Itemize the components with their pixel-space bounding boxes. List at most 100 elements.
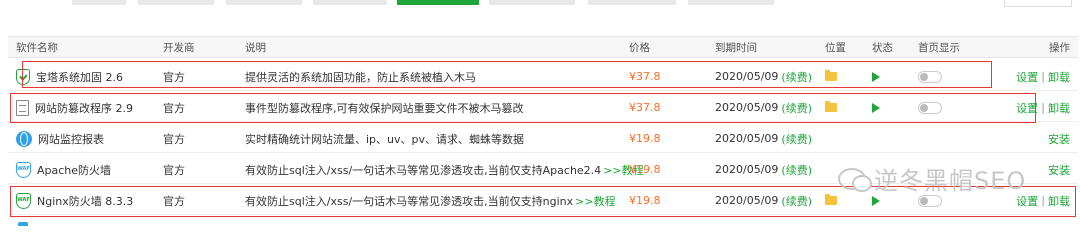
plugin-description-cell: 有效防止sql注入/xss/一句话木马等常见渗透攻击,当前仅支持nginx >>… xyxy=(245,187,616,214)
ops-separator: | xyxy=(1041,101,1045,114)
plugin-developer: 官方 xyxy=(163,194,185,208)
plugin-name-cell: WAF Nginx防火墙 8.3.3 xyxy=(16,187,133,214)
top-tab[interactable] xyxy=(72,0,126,5)
header-position: 位置 xyxy=(825,41,846,54)
settings-link[interactable]: 设置 xyxy=(1016,100,1038,116)
plugin-developer: 官方 xyxy=(163,70,185,84)
homepage-toggle[interactable] xyxy=(918,194,942,207)
plugin-description: 事件型防篡改程序,可有效保护网站重要文件不被木马篡改 xyxy=(245,101,524,115)
waf-icon: WAF xyxy=(16,192,31,209)
header-homepage: 首页显示 xyxy=(918,41,960,54)
play-icon[interactable] xyxy=(872,102,880,113)
plugin-developer: 官方 xyxy=(163,163,185,177)
top-tab[interactable] xyxy=(489,0,575,5)
plugin-price: ¥37.8 xyxy=(629,101,661,114)
plugin-description: 实时精确统计网站流量、ip、uv、pv、请求、蜘蛛等数据 xyxy=(245,132,525,146)
plugin-description-cell: 有效防止sql注入/xss/一句话木马等常见渗透攻击,当前仅支持Apache2.… xyxy=(245,156,644,183)
install-link[interactable]: 安装 xyxy=(1048,131,1070,147)
plugin-name-cell: 网站监控报表 xyxy=(16,125,104,152)
plugin-name: 宝塔系统加固 2.6 xyxy=(36,70,123,84)
operations-cell: 设置 | 卸载 xyxy=(1016,94,1070,121)
uninstall-link[interactable]: 卸载 xyxy=(1048,100,1070,116)
plugin-expire-date: 2020/05/09 xyxy=(715,132,779,145)
header-status: 状态 xyxy=(872,41,893,54)
plugin-name: 网站监控报表 xyxy=(38,132,104,146)
header-name: 软件名称 xyxy=(16,41,58,54)
renew-link[interactable]: (续费) xyxy=(781,69,812,85)
globe-icon xyxy=(18,222,28,226)
top-tab[interactable] xyxy=(138,0,214,5)
uninstall-link[interactable]: 卸载 xyxy=(1048,69,1070,85)
position-cell xyxy=(825,94,837,121)
header-price: 价格 xyxy=(629,41,650,54)
plugin-name-cell: 网站防篡改程序 2.9 xyxy=(16,94,133,121)
plugin-expire-cell: 2020/05/09 (续费) xyxy=(715,125,812,152)
header-description: 说明 xyxy=(245,41,266,54)
top-tab[interactable] xyxy=(688,0,774,5)
top-tab[interactable] xyxy=(588,0,676,5)
tutorial-link[interactable]: >>教程 xyxy=(575,193,615,209)
settings-link[interactable]: 设置 xyxy=(1016,69,1038,85)
play-icon[interactable] xyxy=(872,195,880,206)
install-link[interactable]: 安装 xyxy=(1048,162,1070,178)
table-row: 网站防篡改程序 2.9 官方 事件型防篡改程序,可有效保护网站重要文件不被木马篡… xyxy=(8,94,1078,122)
operations-cell: 设置 | 卸载 xyxy=(1016,63,1070,90)
plugin-name: Apache防火墙 xyxy=(37,163,112,177)
status-cell xyxy=(872,94,880,121)
plugin-price: ¥19.8 xyxy=(629,163,661,176)
status-cell xyxy=(872,63,880,90)
plugin-expire-date: 2020/05/09 xyxy=(715,70,779,83)
renew-link[interactable]: (续费) xyxy=(781,131,812,147)
plugin-price: ¥19.8 xyxy=(629,194,661,207)
watermark: 逆冬黑帽SEO xyxy=(838,161,1026,196)
top-tab[interactable] xyxy=(226,0,302,5)
document-icon xyxy=(16,99,29,116)
homepage-toggle[interactable] xyxy=(918,70,942,83)
table-row: 网站监控报表 官方 实时精确统计网站流量、ip、uv、pv、请求、蜘蛛等数据 ¥… xyxy=(8,125,1078,153)
homepage-toggle[interactable] xyxy=(918,101,942,114)
top-tab[interactable] xyxy=(313,0,387,5)
ops-separator: | xyxy=(1041,70,1045,83)
plugin-expire-cell: 2020/05/09 (续费) xyxy=(715,156,812,183)
waf-icon: WAF xyxy=(16,161,31,178)
operations-cell: 安装 xyxy=(1048,156,1070,183)
homepage-cell xyxy=(918,63,942,90)
table-row: 宝塔系统加固 2.6 官方 提供灵活的系统加固功能，防止系统被植入木马 ¥37.… xyxy=(8,63,1078,91)
header-operation: 操作 xyxy=(1049,41,1070,54)
plugin-name-cell: WAF Apache防火墙 xyxy=(16,156,111,183)
plugin-name: 网站防篡改程序 2.9 xyxy=(35,101,133,115)
folder-icon[interactable] xyxy=(825,194,837,205)
plugin-expire-date: 2020/05/09 xyxy=(715,101,779,114)
position-cell xyxy=(825,63,837,90)
search-box[interactable] xyxy=(1004,0,1072,7)
homepage-cell xyxy=(918,94,942,121)
wechat-icon xyxy=(838,167,872,192)
position-cell xyxy=(825,187,837,214)
renew-link[interactable]: (续费) xyxy=(781,100,812,116)
watermark-text: 逆冬黑帽SEO xyxy=(874,167,1027,195)
plugin-description: 有效防止sql注入/xss/一句话木马等常见渗透攻击,当前仅支持nginx xyxy=(245,194,574,208)
plugin-price: ¥19.8 xyxy=(629,132,661,145)
plugin-developer: 官方 xyxy=(163,132,185,146)
plugin-description: 提供灵活的系统加固功能，防止系统被植入木马 xyxy=(245,70,476,84)
plugin-developer: 官方 xyxy=(163,101,185,115)
plugin-expire-cell: 2020/05/09 (续费) xyxy=(715,94,812,121)
uninstall-link[interactable]: 卸载 xyxy=(1048,193,1070,209)
play-icon[interactable] xyxy=(872,71,880,82)
renew-link[interactable]: (续费) xyxy=(781,193,812,209)
folder-icon[interactable] xyxy=(825,101,837,112)
table-header: 软件名称 开发商 说明 价格 到期时间 位置 状态 首页显示 操作 xyxy=(8,36,1078,58)
renew-link[interactable]: (续费) xyxy=(781,162,812,178)
folder-icon[interactable] xyxy=(825,70,837,81)
plugin-expire-cell: 2020/05/09 (续费) xyxy=(715,63,812,90)
header-developer: 开发商 xyxy=(163,41,195,54)
top-tab-active[interactable] xyxy=(397,0,479,5)
operations-cell: 安装 xyxy=(1048,125,1070,152)
plugin-name-cell: 宝塔系统加固 2.6 xyxy=(16,63,123,90)
plugin-expire-cell: 2020/05/09 (续费) xyxy=(715,187,812,214)
plugin-expire-date: 2020/05/09 xyxy=(715,194,779,207)
ops-separator: | xyxy=(1041,194,1045,207)
top-tab-strip xyxy=(0,0,1080,10)
plugin-price: ¥37.8 xyxy=(629,70,661,83)
globe-icon xyxy=(16,130,32,147)
